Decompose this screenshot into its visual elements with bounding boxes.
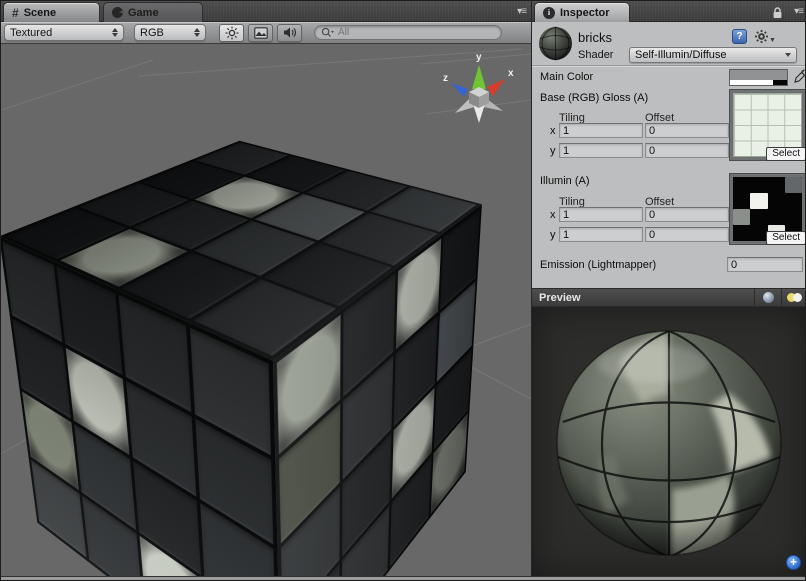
row-x-label: x [550, 209, 556, 221]
inspector-lock[interactable] [772, 7, 783, 19]
add-button[interactable]: + [786, 555, 801, 570]
chevron-down-icon [785, 53, 791, 57]
scene-viewport[interactable]: y x z [1, 44, 531, 576]
axis-y-label: y [476, 52, 482, 63]
illumin-texture-thumbnail[interactable]: Select [729, 173, 806, 245]
window-bottom-edge [1, 576, 806, 581]
base-offset-y-field[interactable] [645, 143, 729, 158]
base-texture-thumbnail[interactable]: Select [729, 89, 806, 161]
render-mode-dropdown[interactable]: Textured [4, 24, 124, 41]
illumin-select-button[interactable]: Select [766, 231, 806, 245]
scene-lighting-toggle[interactable] [219, 24, 244, 42]
speaker-icon [283, 26, 297, 39]
base-tiling-x-field[interactable] [559, 123, 643, 138]
base-tiling-y-field[interactable] [559, 143, 643, 158]
scene-tabstrip: # Scene Game ▾≡ [1, 1, 531, 22]
shader-value: Self-Illumin/Diffuse [635, 49, 727, 61]
scene-audio-toggle[interactable] [277, 24, 302, 42]
row-y-label: y [550, 229, 556, 241]
unity-editor-window: # Scene Game ▾≡ i Inspector ▾≡ Textured [0, 0, 806, 581]
preview-header: Preview [532, 288, 806, 307]
tab-game-label: Game [128, 7, 159, 19]
illumin-tiling-x-field[interactable] [559, 207, 643, 222]
base-select-button[interactable]: Select [766, 147, 806, 161]
illumin-texture-square [733, 209, 750, 225]
scene-pane-menu[interactable]: ▾≡ [517, 6, 526, 17]
scene-search[interactable] [314, 25, 502, 40]
axis-z-label: z [443, 73, 448, 84]
inspector-pane-menu[interactable]: ▾≡ [794, 6, 803, 17]
color-channel-value: RGB [140, 27, 188, 39]
tab-scene[interactable]: # Scene [3, 2, 100, 22]
updown-arrows-icon [112, 28, 118, 37]
alpha-bar [730, 80, 787, 85]
sun-icon [225, 26, 239, 40]
info-icon: i [543, 7, 555, 19]
tab-game[interactable]: Game [103, 2, 203, 22]
tab-inspector[interactable]: i Inspector [534, 2, 630, 22]
main-color-label: Main Color [540, 71, 593, 83]
axis-z-cone[interactable] [451, 83, 468, 97]
render-mode-value: Textured [10, 27, 106, 39]
illumin-offset-y-field[interactable] [645, 227, 729, 242]
inspector-tabstrip: i Inspector ▾≡ [531, 1, 806, 22]
help-button[interactable]: ? [732, 29, 747, 44]
illumin-tiling-y-field[interactable] [559, 227, 643, 242]
main-color-swatch[interactable] [729, 69, 788, 86]
scene-fx-toggle[interactable] [248, 24, 273, 42]
illumin-section-label: Illumin (A) [540, 175, 590, 187]
orientation-gizmo[interactable]: y x z [437, 49, 521, 131]
illumin-texture-square [750, 193, 767, 209]
pane-menu-icon: ▾≡ [517, 6, 526, 17]
eyedropper-icon[interactable] [793, 68, 806, 85]
material-header: bricks Shader Self-Illumin/Diffuse ? [532, 22, 806, 65]
updown-arrows-icon [194, 28, 200, 37]
section-divider [532, 65, 806, 67]
scene-grid-icon: # [12, 7, 19, 19]
tab-inspector-label: Inspector [560, 7, 610, 19]
search-input[interactable] [336, 26, 466, 39]
material-sphere-icon [538, 26, 573, 61]
inspector-panel: bricks Shader Self-Illumin/Diffuse ? [531, 22, 806, 576]
preview-sphere [532, 307, 806, 576]
illumin-texture-square [785, 177, 802, 193]
emission-label: Emission (Lightmapper) [540, 259, 656, 271]
shader-dropdown[interactable]: Self-Illumin/Diffuse [629, 47, 797, 63]
emission-field[interactable] [727, 257, 803, 272]
row-x-label: x [550, 125, 556, 137]
search-icon [321, 27, 334, 38]
axis-x-label: x [508, 68, 514, 79]
base-offset-x-field[interactable] [645, 123, 729, 138]
material-preview[interactable]: + [532, 307, 806, 576]
scene-toolbar: Textured RGB [1, 22, 531, 44]
illumin-offset-x-field[interactable] [645, 207, 729, 222]
sphere-icon [763, 292, 774, 303]
axis-x-cone[interactable] [487, 79, 505, 96]
context-menu-button[interactable]: ▼ [754, 29, 776, 44]
preview-title: Preview [532, 292, 581, 304]
row-y-label: y [550, 145, 556, 157]
image-icon [254, 27, 268, 39]
game-icon [112, 7, 123, 18]
shader-label: Shader [578, 49, 613, 61]
tab-scene-label: Scene [24, 7, 56, 19]
gear-icon [754, 29, 769, 44]
preview-lighting-button[interactable] [781, 289, 806, 306]
color-channel-dropdown[interactable]: RGB [134, 24, 206, 41]
base-section-label: Base (RGB) Gloss (A) [540, 92, 648, 104]
material-name: bricks [578, 30, 612, 45]
chevron-down-icon: ▼ [769, 37, 776, 44]
two-lights-icon [787, 293, 803, 303]
lock-icon [772, 7, 783, 19]
pane-menu-icon: ▾≡ [794, 6, 803, 17]
preview-shape-button[interactable] [754, 289, 781, 306]
axis-y-cone[interactable] [472, 65, 486, 89]
